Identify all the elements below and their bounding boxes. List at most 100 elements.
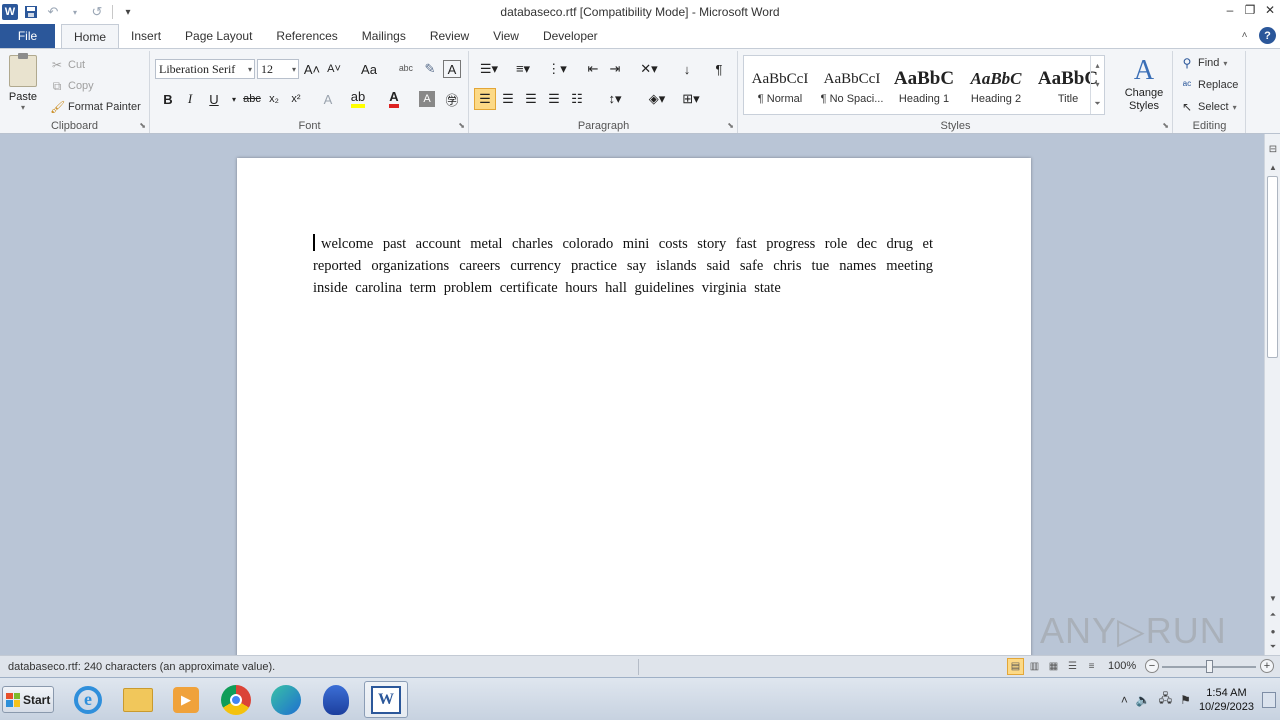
next-page-icon[interactable]: ⏷ — [1265, 640, 1280, 654]
font-color-icon[interactable]: A — [383, 88, 405, 110]
document-body[interactable]: welcome past account metal charles color… — [313, 233, 933, 299]
tab-insert[interactable]: Insert — [119, 24, 173, 48]
undo-icon[interactable]: ↶ — [44, 3, 62, 21]
scroll-down-icon[interactable]: ▼ — [1265, 591, 1280, 605]
sort-icon[interactable]: ↓ — [676, 58, 698, 80]
show-formatting-marks-icon[interactable]: ¶ — [708, 58, 730, 80]
network-icon[interactable]: 🖧 — [1159, 689, 1172, 710]
grow-font-button[interactable]: A˄ — [301, 58, 323, 80]
minimize-ribbon-icon[interactable]: ˄ — [1236, 27, 1253, 44]
show-desktop-button[interactable] — [1262, 691, 1276, 708]
shrink-font-button[interactable]: A˅ — [323, 58, 345, 80]
bold-button[interactable]: B — [157, 88, 179, 110]
enclose-characters-icon[interactable]: ㊫ — [441, 88, 463, 110]
cut-button[interactable]: ✂ Cut — [50, 55, 85, 75]
replace-button[interactable]: ᵃᶜ Replace — [1180, 75, 1239, 95]
tab-home[interactable]: Home — [61, 24, 120, 49]
clipboard-launcher-icon[interactable]: ⬊ — [139, 121, 146, 130]
outline-icon[interactable]: ☰ — [1064, 658, 1081, 675]
asian-layout-icon[interactable]: ✕▾ — [634, 58, 664, 80]
save-icon[interactable] — [22, 3, 40, 21]
zoom-in-button[interactable]: + — [1260, 659, 1274, 673]
borders-icon[interactable]: ⊞▾ — [676, 88, 706, 110]
scroll-up-icon[interactable]: ▲ — [1265, 160, 1280, 174]
line-spacing-icon[interactable]: ↕▾ — [600, 88, 630, 110]
select-button[interactable]: ↖ Select ▾ — [1180, 97, 1237, 117]
superscript-button[interactable]: x² — [285, 88, 307, 110]
multilevel-list-icon[interactable]: ⋮▾ — [542, 58, 572, 80]
document-page[interactable]: welcome past account metal charles color… — [237, 158, 1031, 655]
align-right-icon[interactable]: ☰ — [520, 88, 542, 110]
styles-launcher-icon[interactable]: ⬊ — [1162, 121, 1169, 130]
underline-button[interactable]: U — [203, 88, 225, 110]
scroll-thumb[interactable] — [1267, 176, 1278, 358]
show-hidden-icons[interactable]: ˄ — [1121, 693, 1128, 707]
tab-file[interactable]: File — [0, 24, 55, 48]
vertical-scrollbar[interactable]: ⊟ ▲ ▼ ⏶ ● ⏷ — [1264, 134, 1280, 655]
minimize-button[interactable]: – — [1220, 0, 1240, 20]
align-left-icon[interactable]: ☰ — [474, 88, 496, 110]
taskbar-security-app[interactable] — [314, 681, 358, 718]
phonetic-guide-icon[interactable]: ✎ — [419, 58, 441, 80]
full-screen-reading-icon[interactable]: ▥ — [1026, 658, 1043, 675]
word-app-icon[interactable]: W — [2, 4, 18, 20]
increase-indent-icon[interactable]: ⇥ — [604, 58, 626, 80]
justify-icon[interactable]: ☰ — [543, 88, 565, 110]
change-styles-button[interactable]: A Change Styles — [1119, 55, 1169, 113]
chevron-up-icon[interactable]: ▴ — [1095, 61, 1099, 70]
font-name-combo[interactable]: Liberation Serif ▾ — [155, 59, 255, 79]
taskbar-edge[interactable] — [264, 681, 308, 718]
taskbar-internet-explorer[interactable]: e — [66, 681, 110, 718]
change-case-button[interactable]: Aa — [355, 58, 383, 80]
dropdown-icon[interactable]: ▾ — [66, 3, 84, 21]
style-no-spacing[interactable]: AaBbCcI ¶ No Spaci... — [816, 56, 888, 114]
character-border-icon[interactable]: A — [443, 60, 461, 78]
paste-button[interactable]: Paste ▾ — [4, 53, 42, 115]
help-icon[interactable]: ? — [1259, 27, 1276, 44]
decrease-indent-icon[interactable]: ⇤ — [582, 58, 604, 80]
highlight-color-icon[interactable]: ab — [347, 88, 369, 110]
close-button[interactable]: ✕ — [1260, 0, 1280, 20]
format-painter-button[interactable]: 🖌 Format Painter — [50, 97, 141, 117]
style-normal[interactable]: AaBbCcI ¶ Normal — [744, 56, 816, 114]
restore-button[interactable]: ❐ — [1240, 0, 1260, 20]
tab-page-layout[interactable]: Page Layout — [173, 24, 264, 48]
style-heading-1[interactable]: AaBbC Heading 1 — [888, 56, 960, 114]
chevron-down-icon[interactable]: ▾ — [1095, 80, 1099, 89]
copy-button[interactable]: ⧉ Copy — [50, 76, 94, 96]
distributed-icon[interactable]: ☷ — [566, 88, 588, 110]
paragraph-launcher-icon[interactable]: ⬊ — [727, 121, 734, 130]
find-button[interactable]: ⚲ Find ▾ — [1180, 53, 1228, 73]
select-browse-object-icon[interactable]: ● — [1265, 624, 1280, 638]
numbering-icon[interactable]: ≡▾ — [508, 58, 538, 80]
zoom-slider-thumb[interactable] — [1205, 660, 1213, 673]
more-icon[interactable]: ⏷ — [1094, 99, 1100, 109]
tab-mailings[interactable]: Mailings — [350, 24, 418, 48]
clock[interactable]: 1:54 AM 10/29/2023 — [1199, 686, 1254, 714]
volume-icon[interactable]: 🔈 — [1136, 693, 1151, 707]
tab-view[interactable]: View — [481, 24, 531, 48]
align-center-icon[interactable]: ☰ — [497, 88, 519, 110]
style-heading-2[interactable]: AaBbC Heading 2 — [960, 56, 1032, 114]
web-layout-icon[interactable]: ▦ — [1045, 658, 1062, 675]
bullets-icon[interactable]: ☰▾ — [474, 58, 504, 80]
zoom-out-button[interactable]: − — [1145, 659, 1159, 673]
taskbar-media-player[interactable]: ▶ — [164, 681, 208, 718]
print-layout-icon[interactable]: ▤ — [1007, 658, 1024, 675]
taskbar-word[interactable]: W — [364, 681, 408, 718]
shading-icon[interactable]: ◈▾ — [642, 88, 672, 110]
ruler-toggle-icon[interactable]: ⊟ — [1265, 142, 1280, 156]
action-center-flag-icon[interactable]: ⚑ — [1180, 693, 1191, 707]
taskbar-file-explorer[interactable] — [116, 681, 160, 718]
tab-review[interactable]: Review — [418, 24, 481, 48]
subscript-button[interactable]: x₂ — [263, 88, 285, 110]
strikethrough-button[interactable]: abc — [239, 88, 265, 110]
tab-references[interactable]: References — [264, 24, 349, 48]
font-size-combo[interactable]: 12 ▾ — [257, 59, 299, 79]
redo-icon[interactable]: ↺ — [88, 3, 106, 21]
previous-page-icon[interactable]: ⏶ — [1265, 608, 1280, 622]
text-effects-icon[interactable]: A — [317, 88, 339, 110]
tab-developer[interactable]: Developer — [531, 24, 610, 48]
customize-qat-icon[interactable]: ▾ — [119, 3, 137, 21]
start-button[interactable]: Start — [2, 686, 54, 713]
